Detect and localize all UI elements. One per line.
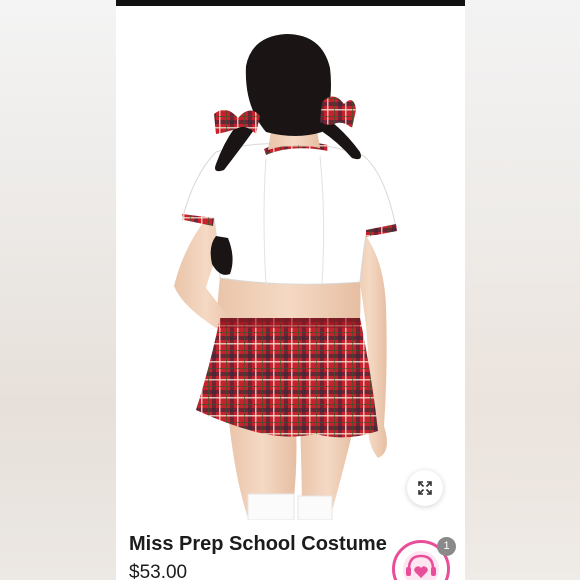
product-image[interactable] bbox=[116, 6, 465, 520]
notification-badge: 1 bbox=[437, 537, 456, 556]
app-screen: Miss Prep School Costume $53.00 1 bbox=[116, 0, 465, 580]
background-left-blur bbox=[0, 0, 116, 580]
background-right-blur bbox=[464, 0, 580, 580]
product-price: $53.00 bbox=[129, 562, 188, 580]
expand-arrows-icon bbox=[418, 481, 432, 495]
expand-image-button[interactable] bbox=[407, 470, 443, 506]
product-title: Miss Prep School Costume bbox=[129, 533, 387, 555]
